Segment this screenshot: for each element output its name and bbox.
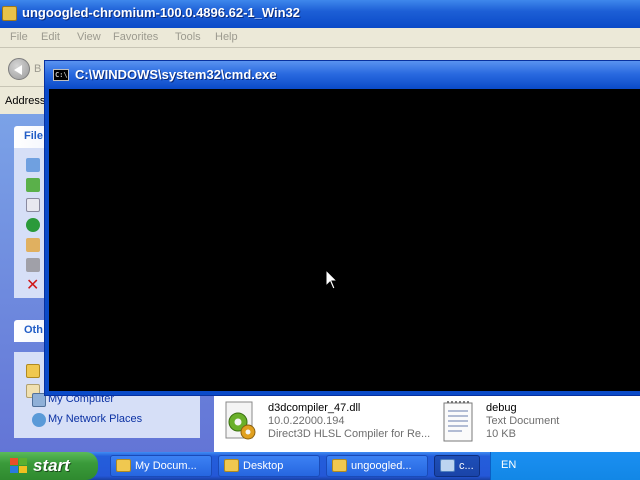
cmd-title-bar[interactable]: C:\ C:\WINDOWS\system32\cmd.exe xyxy=(45,61,640,89)
file-size: 10 KB xyxy=(486,428,516,440)
folder-icon xyxy=(116,459,131,472)
folder-icon xyxy=(224,459,239,472)
menu-tools[interactable]: Tools xyxy=(175,31,201,43)
file-item[interactable]: d3dcompiler_47.dll 10.0.22000.194 Direct… xyxy=(222,400,432,450)
file-name: d3dcompiler_47.dll xyxy=(268,402,361,414)
back-arrow-icon[interactable] xyxy=(8,58,30,80)
taskbar: start My Docum... Desktop ungoogled... c… xyxy=(0,452,640,480)
email-icon[interactable] xyxy=(26,238,40,252)
taskbar-button-label: My Docum... xyxy=(135,460,197,472)
system-tray: EN xyxy=(490,452,640,480)
menu-file[interactable]: File xyxy=(10,31,28,43)
dll-gear-icon xyxy=(225,401,256,440)
file-name: debug xyxy=(486,402,517,414)
folder-icon xyxy=(2,6,17,21)
explorer-title-bar[interactable]: ungoogled-chromium-100.0.4896.62-1_Win32 xyxy=(0,0,640,28)
copy-icon[interactable] xyxy=(26,198,40,212)
console-area[interactable] xyxy=(49,89,640,391)
taskbar-button-desktop[interactable]: Desktop xyxy=(218,455,320,477)
cmd-title: C:\WINDOWS\system32\cmd.exe xyxy=(75,67,277,82)
text-document-icon xyxy=(443,401,473,442)
start-label: start xyxy=(33,456,70,475)
menu-help[interactable]: Help xyxy=(215,31,238,43)
language-indicator[interactable]: EN xyxy=(501,459,516,471)
file-item[interactable]: debug Text Document 10 KB xyxy=(440,400,630,450)
file-version: 10.0.22000.194 xyxy=(268,415,345,427)
menu-favorites[interactable]: Favorites xyxy=(113,31,158,43)
taskbar-button-label: ungoogled... xyxy=(351,460,412,472)
menu-view[interactable]: View xyxy=(77,31,101,43)
address-label: Address xyxy=(5,95,46,107)
back-label[interactable]: B xyxy=(34,63,41,75)
file-description: Direct3D HLSL Compiler for Re... xyxy=(268,428,431,440)
taskbar-button-my-documents[interactable]: My Docum... xyxy=(110,455,212,477)
taskbar-button-label: Desktop xyxy=(243,460,284,472)
print-icon[interactable] xyxy=(26,258,40,272)
rename-icon[interactable] xyxy=(26,158,40,172)
window-icon xyxy=(440,459,455,472)
other-places-header-label: Oth xyxy=(24,324,43,336)
explorer-title: ungoogled-chromium-100.0.4896.62-1_Win32 xyxy=(22,5,301,20)
folder-icon[interactable] xyxy=(26,364,40,378)
place-my-network-places-label: My Network Places xyxy=(48,413,143,425)
taskbar-button-cmd[interactable]: c... xyxy=(434,455,480,477)
file-type: Text Document xyxy=(486,415,560,427)
mouse-pointer-icon xyxy=(325,269,339,290)
network-globe-icon xyxy=(32,413,46,427)
menu-bar: File Edit View Favorites Tools Help xyxy=(0,28,640,48)
start-button[interactable]: start xyxy=(0,452,98,480)
delete-icon[interactable]: ✕ xyxy=(26,277,40,293)
file-tasks-header-label: File xyxy=(24,130,43,142)
windows-flag-icon xyxy=(10,458,28,474)
folder-icon xyxy=(332,459,347,472)
publish-web-icon[interactable] xyxy=(26,218,40,232)
taskbar-button-ungoogled[interactable]: ungoogled... xyxy=(326,455,428,477)
cmd-window[interactable]: C:\ C:\WINDOWS\system32\cmd.exe xyxy=(44,60,640,396)
taskbar-button-label: c... xyxy=(459,460,474,472)
move-icon[interactable] xyxy=(26,178,40,192)
menu-edit[interactable]: Edit xyxy=(41,31,60,43)
console-icon[interactable]: C:\ xyxy=(53,69,69,81)
